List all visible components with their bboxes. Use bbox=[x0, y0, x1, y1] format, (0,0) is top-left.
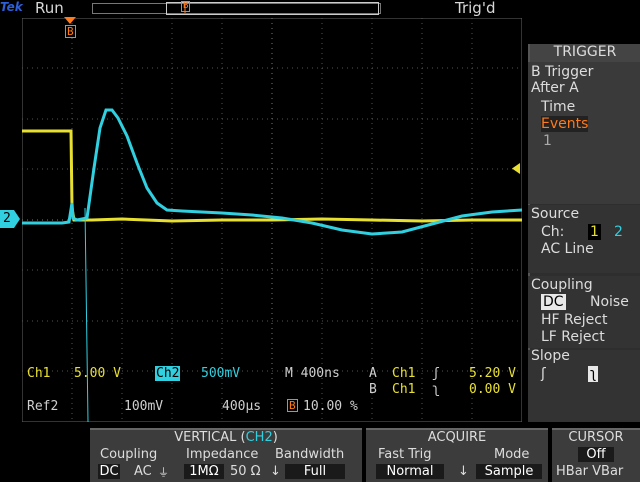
acquire-menu-title: ACQUIRE bbox=[427, 430, 487, 445]
coupling-lf-reject[interactable]: LF Reject bbox=[541, 329, 605, 345]
brand-logo: Tek bbox=[0, 0, 23, 14]
acquire-menu: ACQUIRE Fast Trig Normal ↓ Mode Sample bbox=[366, 428, 548, 482]
rising-slope-icon: ʃ bbox=[432, 366, 440, 381]
ch2-scale: 500mV bbox=[201, 366, 241, 381]
impedance-1m-option[interactable]: 1MΩ bbox=[184, 464, 224, 479]
ref-scale: 100mV bbox=[124, 399, 164, 414]
ground-icon[interactable]: ⏚ bbox=[158, 464, 169, 480]
coupling-label: Coupling bbox=[531, 277, 593, 293]
source-ac-line[interactable]: AC Line bbox=[541, 241, 594, 257]
slope-label: Slope bbox=[531, 348, 570, 364]
impedance-label[interactable]: Impedance bbox=[186, 447, 258, 462]
b-trigger-label: B Trigger bbox=[531, 64, 594, 80]
record-trigger-marker: B bbox=[181, 1, 191, 12]
option-time[interactable]: Time bbox=[541, 99, 575, 115]
trigger-b-source: Ch1 bbox=[392, 382, 416, 397]
record-view-bar bbox=[92, 2, 381, 15]
ch1-label: Ch1 bbox=[27, 366, 51, 381]
trigger-a-level: 5.20 V bbox=[469, 366, 516, 381]
timebase: M 400ns bbox=[285, 366, 340, 381]
coupling-ac-option[interactable]: AC bbox=[134, 464, 152, 479]
ch1-scale: 5.00 V bbox=[74, 366, 121, 381]
vertical-menu: VERTICAL (CH2) Coupling DC AC ⏚ Impedanc… bbox=[90, 428, 362, 482]
slope-falling-icon[interactable]: ʅ bbox=[588, 366, 599, 382]
bandwidth-value[interactable]: Full bbox=[285, 464, 345, 479]
vertical-menu-title: VERTICAL (CH2) bbox=[174, 430, 278, 445]
trigger-b-level: 0.00 V bbox=[469, 382, 516, 397]
cursor-menu: CURSOR Off HBar VBar bbox=[552, 428, 640, 482]
cursor-options[interactable]: HBar VBar bbox=[556, 464, 623, 479]
coupling-noise[interactable]: Noise bbox=[590, 294, 629, 310]
acquisition-status: Run bbox=[35, 0, 64, 17]
down-arrow-icon: ↓ bbox=[458, 464, 469, 479]
source-label: Source bbox=[531, 206, 580, 222]
impedance-50-option[interactable]: 50 Ω bbox=[230, 464, 261, 479]
ref-time: 400µs bbox=[222, 399, 262, 414]
falling-slope-icon: ʅ bbox=[432, 382, 440, 397]
bandwidth-label[interactable]: Bandwidth bbox=[275, 447, 344, 462]
trigger-level-arrow[interactable] bbox=[511, 163, 521, 175]
mode-value[interactable]: Sample bbox=[476, 464, 542, 479]
ch2-ground-label: 2 bbox=[3, 211, 11, 226]
cursor-value[interactable]: Off bbox=[578, 447, 614, 462]
coupling-hf-reject[interactable]: HF Reject bbox=[541, 312, 607, 328]
trigger-b-marker: B bbox=[65, 25, 76, 38]
trigger-status: Trig'd bbox=[455, 0, 496, 17]
source-ch1[interactable]: 1 bbox=[588, 224, 601, 240]
source-ch-label: Ch: bbox=[541, 224, 565, 240]
fast-trig-label[interactable]: Fast Trig bbox=[378, 447, 432, 462]
mode-label[interactable]: Mode bbox=[494, 447, 529, 462]
trigger-b-label: B bbox=[369, 382, 377, 397]
status-bar: Tek Run B Trig'd bbox=[0, 0, 640, 18]
coupling-dc[interactable]: DC bbox=[541, 294, 566, 310]
position-marker: B bbox=[287, 399, 298, 412]
waveform-display[interactable] bbox=[22, 18, 522, 422]
ref-label: Ref2 bbox=[27, 399, 59, 414]
position-percent: 10.00 % bbox=[303, 399, 358, 414]
down-arrow-icon: ↓ bbox=[270, 464, 281, 479]
cursor-menu-title: CURSOR bbox=[568, 430, 624, 445]
trigger-menu-title: TRIGGER bbox=[530, 44, 640, 62]
events-count: 1 bbox=[543, 133, 552, 149]
source-ch2[interactable]: 2 bbox=[614, 224, 623, 240]
coupling-dc-option[interactable]: DC bbox=[98, 464, 120, 479]
after-a-label: After A bbox=[531, 80, 579, 96]
ch2-label: Ch2 bbox=[155, 366, 181, 381]
coupling-label[interactable]: Coupling bbox=[100, 447, 157, 462]
option-events[interactable]: Events bbox=[541, 116, 589, 132]
slope-rising-icon[interactable]: ʃ bbox=[541, 366, 546, 382]
trigger-a-source: Ch1 bbox=[392, 366, 416, 381]
trigger-position-arrow[interactable] bbox=[64, 17, 78, 25]
trigger-a-label: A bbox=[369, 366, 377, 381]
fast-trig-value[interactable]: Normal bbox=[376, 464, 444, 479]
